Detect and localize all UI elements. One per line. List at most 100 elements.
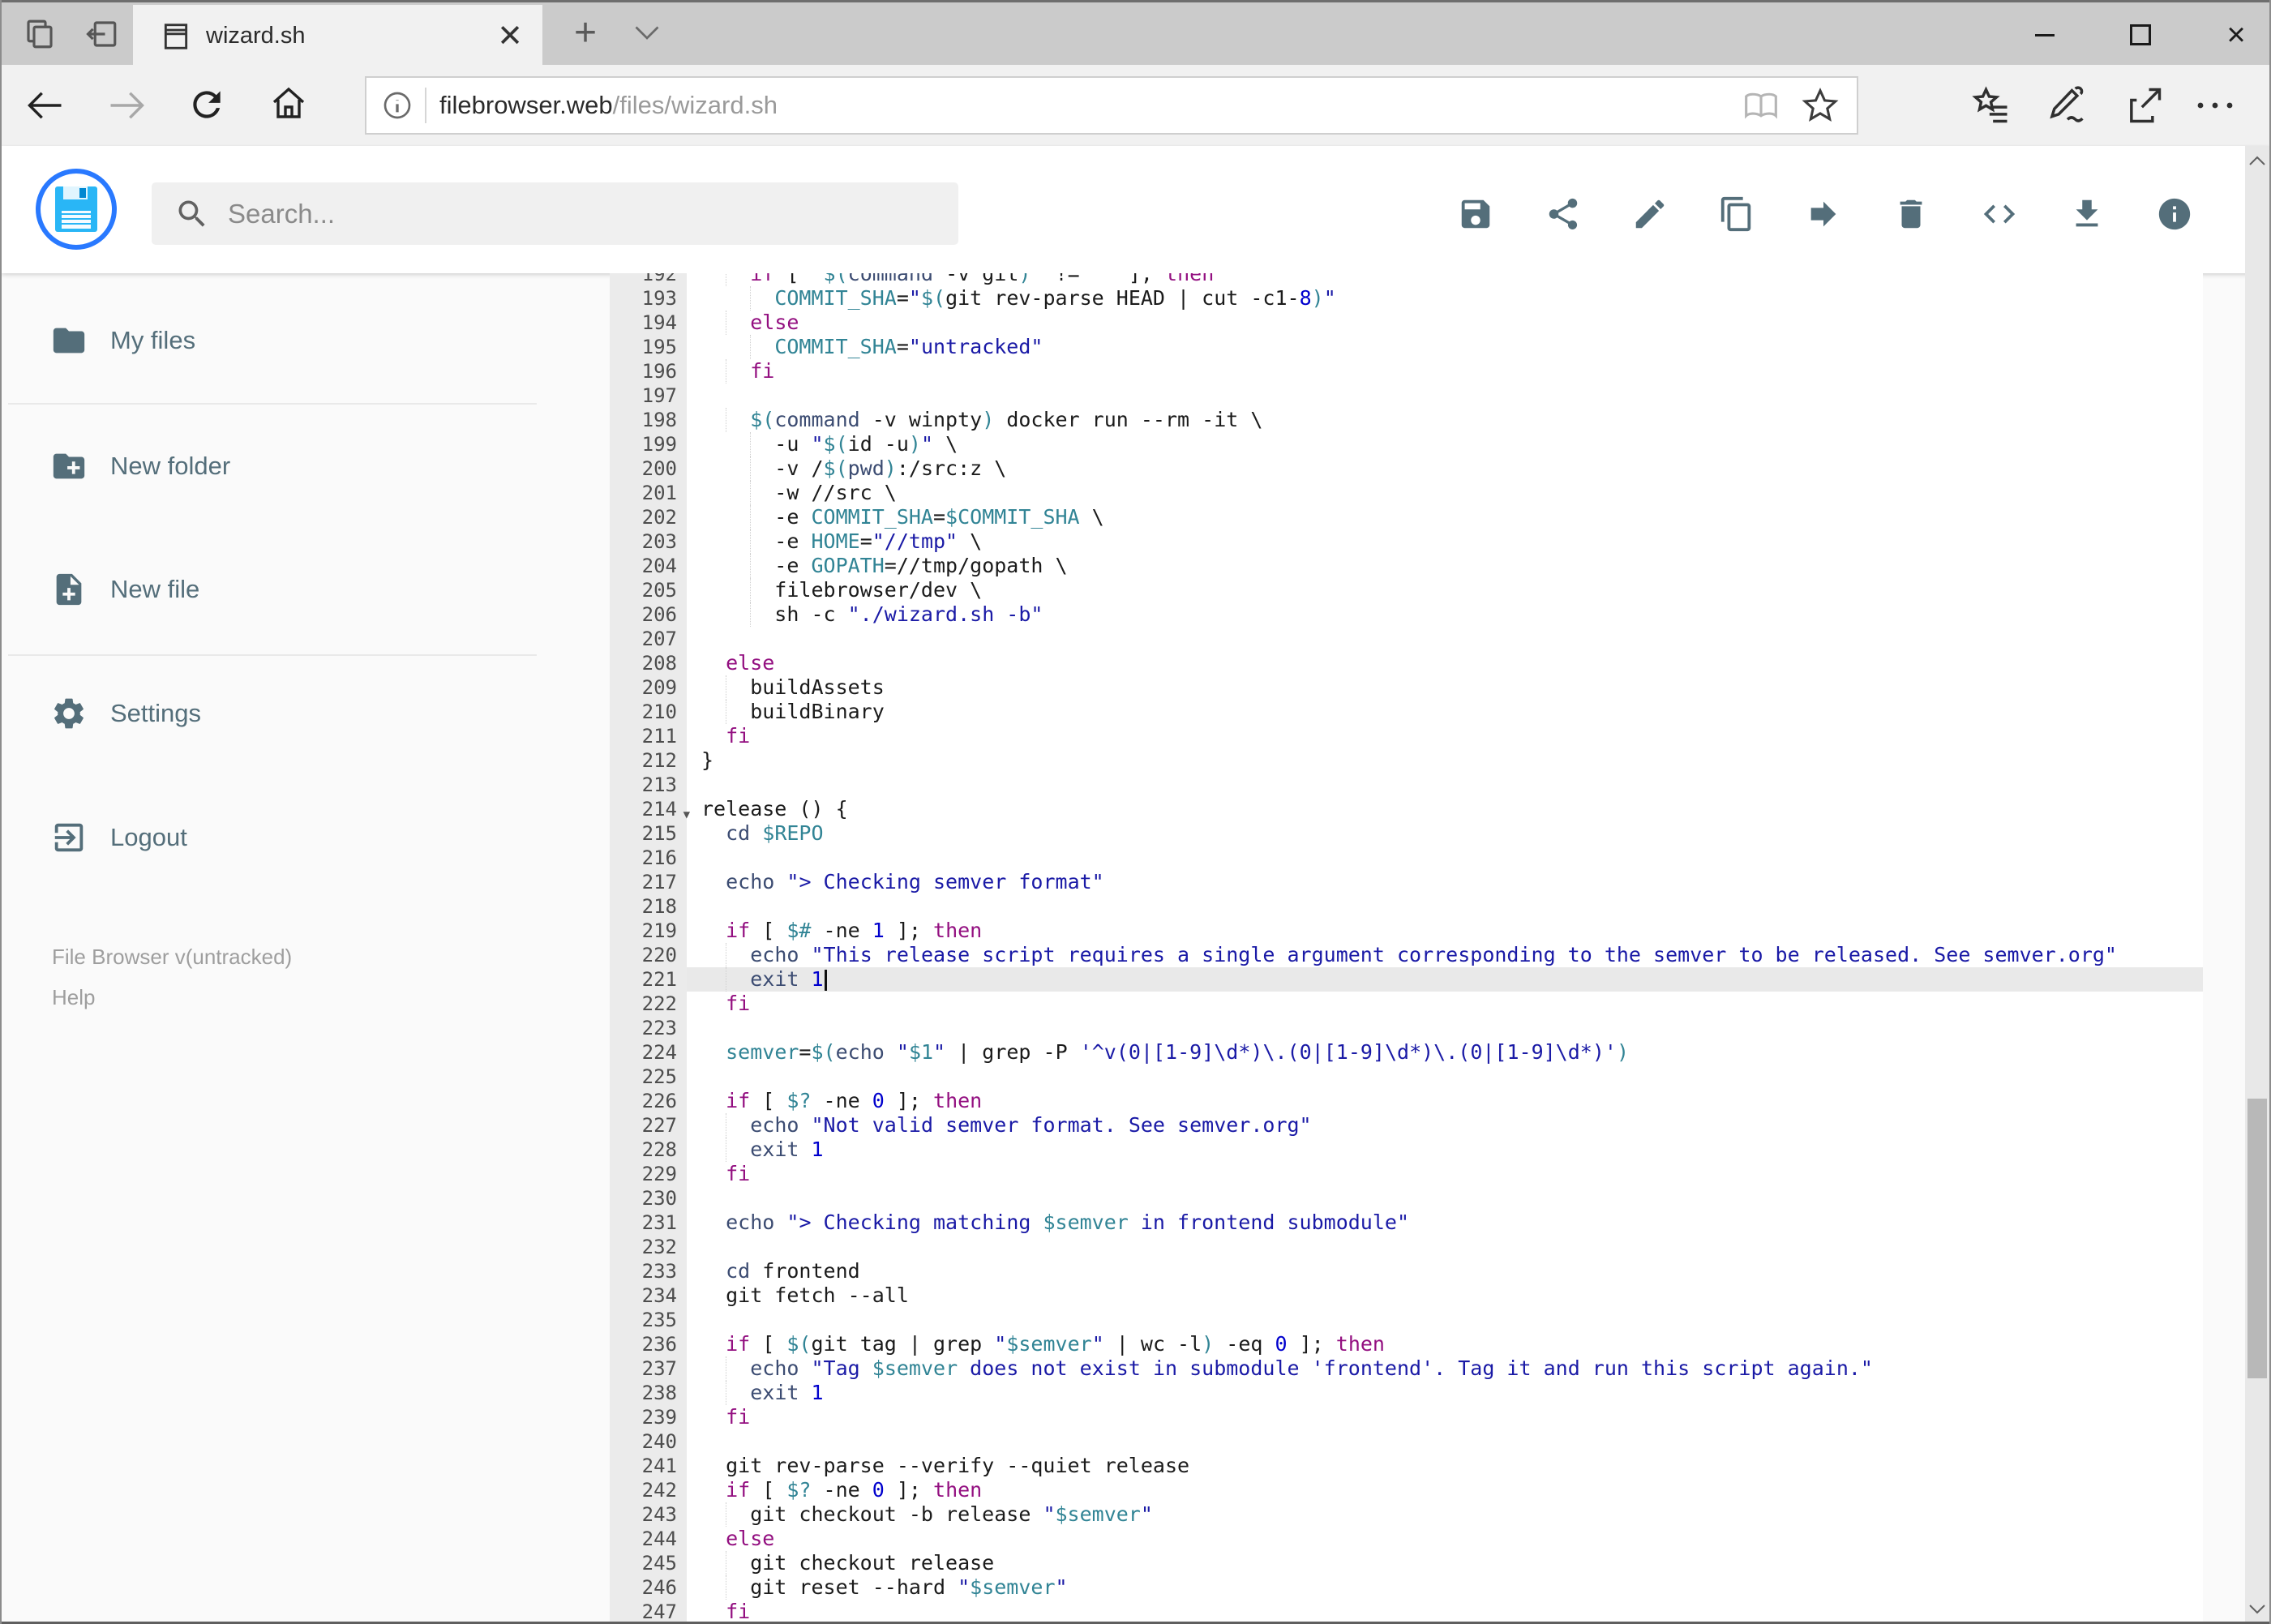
home-icon[interactable] bbox=[269, 84, 308, 123]
code-line[interactable]: 210 buildBinary bbox=[610, 700, 2203, 724]
tab-list-chevron-icon[interactable] bbox=[632, 24, 662, 43]
code-line[interactable]: 206 sh -c "./wizard.sh -b" bbox=[610, 602, 2203, 627]
forward-icon[interactable] bbox=[105, 84, 148, 126]
annotate-pen-icon[interactable] bbox=[2046, 84, 2089, 126]
tab-close-icon[interactable]: ✕ bbox=[497, 18, 523, 54]
code-line[interactable]: 230 bbox=[610, 1186, 2203, 1211]
code-line[interactable]: 245 git checkout release bbox=[610, 1551, 2203, 1575]
scroll-down-icon[interactable] bbox=[2247, 1601, 2267, 1618]
code-line[interactable]: 229 fi bbox=[610, 1162, 2203, 1186]
code-line[interactable]: 236 if [ $(git tag | grep "$semver" | wc… bbox=[610, 1332, 2203, 1356]
code-line[interactable]: 195 COMMIT_SHA="untracked" bbox=[610, 335, 2203, 359]
code-line[interactable]: 239 fi bbox=[610, 1405, 2203, 1429]
delete-button[interactable] bbox=[1892, 195, 1930, 233]
close-button[interactable]: × bbox=[2217, 16, 2255, 54]
code-line[interactable]: 223 bbox=[610, 1016, 2203, 1040]
code-line[interactable]: 211 fi bbox=[610, 724, 2203, 748]
code-line[interactable]: 213 bbox=[610, 773, 2203, 797]
scroll-up-icon[interactable] bbox=[2247, 152, 2267, 169]
code-line[interactable]: 243 git checkout -b release "$semver" bbox=[610, 1502, 2203, 1527]
search-input[interactable] bbox=[226, 197, 958, 230]
code-line[interactable]: 192 if [ "$(command -v git)" != "" ]; th… bbox=[610, 273, 2203, 286]
code-line[interactable]: 242 if [ $? -ne 0 ]; then bbox=[610, 1478, 2203, 1502]
url-text[interactable]: filebrowser.web/files/wizard.sh bbox=[439, 91, 1743, 120]
code-line[interactable]: 215 cd $REPO bbox=[610, 821, 2203, 846]
code-view-button[interactable] bbox=[1981, 195, 2018, 233]
refresh-icon[interactable] bbox=[186, 84, 227, 125]
code-line[interactable]: 209 buildAssets bbox=[610, 675, 2203, 700]
code-line[interactable]: 226 if [ $? -ne 0 ]; then bbox=[610, 1089, 2203, 1113]
code-line[interactable]: 205 filebrowser/dev \ bbox=[610, 578, 2203, 602]
sidebar-item-settings[interactable]: Settings bbox=[2, 681, 537, 746]
scrollbar-thumb[interactable] bbox=[2247, 1099, 2267, 1378]
more-ellipsis-icon[interactable] bbox=[2192, 91, 2238, 120]
new-tab-button[interactable]: + bbox=[574, 11, 597, 55]
code-line[interactable]: 220 echo "This release script requires a… bbox=[610, 943, 2203, 967]
page-scrollbar[interactable] bbox=[2245, 146, 2269, 1624]
favorite-star-icon[interactable] bbox=[1802, 87, 1839, 124]
hub-favorites-icon[interactable] bbox=[1970, 84, 2012, 126]
code-line[interactable]: 199 -u "$(id -u)" \ bbox=[610, 432, 2203, 456]
code-line[interactable]: 235 bbox=[610, 1308, 2203, 1332]
code-line[interactable]: 203 -e HOME="//tmp" \ bbox=[610, 529, 2203, 554]
set-tabs-aside-icon[interactable] bbox=[84, 17, 120, 51]
code-line[interactable]: 204 -e GOPATH=//tmp/gopath \ bbox=[610, 554, 2203, 578]
code-line[interactable]: 225 bbox=[610, 1065, 2203, 1089]
code-line[interactable]: 237 echo "Tag $semver does not exist in … bbox=[610, 1356, 2203, 1381]
code-line[interactable]: 218 bbox=[610, 894, 2203, 919]
code-line[interactable]: 214 ▼ release () { bbox=[610, 797, 2203, 821]
code-line[interactable]: 244 else bbox=[610, 1527, 2203, 1551]
app-logo[interactable] bbox=[36, 169, 117, 250]
code-line[interactable]: 202 -e COMMIT_SHA=$COMMIT_SHA \ bbox=[610, 505, 2203, 529]
address-bar[interactable]: filebrowser.web/files/wizard.sh bbox=[365, 76, 1858, 135]
code-line[interactable]: 246 git reset --hard "$semver" bbox=[610, 1575, 2203, 1600]
code-line[interactable]: 216 bbox=[610, 846, 2203, 870]
code-line[interactable]: 231 echo "> Checking matching $semver in… bbox=[610, 1211, 2203, 1235]
code-line[interactable]: 241 git rev-parse --verify --quiet relea… bbox=[610, 1454, 2203, 1478]
help-link[interactable]: Help bbox=[52, 977, 95, 1018]
tab-preview-icon[interactable] bbox=[23, 17, 57, 51]
share-button[interactable] bbox=[1545, 195, 1582, 233]
site-info-icon[interactable] bbox=[381, 89, 413, 122]
code-line[interactable]: 201 -w //src \ bbox=[610, 481, 2203, 505]
code-line[interactable]: 207 bbox=[610, 627, 2203, 651]
code-line[interactable]: 221 exit 1 bbox=[610, 967, 2203, 992]
share-page-icon[interactable] bbox=[2123, 84, 2165, 126]
move-button[interactable] bbox=[1805, 195, 1842, 233]
code-line[interactable]: 212} bbox=[610, 748, 2203, 773]
code-line[interactable]: 219 if [ $# -ne 1 ]; then bbox=[610, 919, 2203, 943]
code-line[interactable]: 247 fi bbox=[610, 1600, 2203, 1624]
code-line[interactable]: 200 -v /$(pwd):/src:z \ bbox=[610, 456, 2203, 481]
code-line[interactable]: 198 $(command -v winpty) docker run --rm… bbox=[610, 408, 2203, 432]
minimize-button[interactable] bbox=[2026, 16, 2063, 54]
code-line[interactable]: 196 fi bbox=[610, 359, 2203, 384]
code-line[interactable]: 234 git fetch --all bbox=[610, 1283, 2203, 1308]
reading-view-icon[interactable] bbox=[1743, 88, 1779, 123]
browser-tab[interactable]: wizard.sh ✕ bbox=[133, 5, 542, 67]
back-icon[interactable] bbox=[24, 84, 66, 126]
edit-button[interactable] bbox=[1631, 195, 1669, 233]
code-line[interactable]: 197 bbox=[610, 384, 2203, 408]
sidebar-item-new-folder[interactable]: New folder bbox=[2, 434, 537, 499]
code-line[interactable]: 217 echo "> Checking semver format" bbox=[610, 870, 2203, 894]
copy-button[interactable] bbox=[1718, 195, 1755, 233]
maximize-button[interactable] bbox=[2122, 16, 2159, 54]
code-line[interactable]: 232 bbox=[610, 1235, 2203, 1259]
code-line[interactable]: 240 bbox=[610, 1429, 2203, 1454]
save-button[interactable] bbox=[1457, 195, 1494, 233]
info-button[interactable] bbox=[2156, 195, 2193, 233]
code-line[interactable]: 227 echo "Not valid semver format. See s… bbox=[610, 1113, 2203, 1138]
sidebar-item-my-files[interactable]: My files bbox=[2, 308, 537, 373]
code-line[interactable]: 224 semver=$(echo "$1" | grep -P '^v(0|[… bbox=[610, 1040, 2203, 1065]
code-line[interactable]: 208 else bbox=[610, 651, 2203, 675]
search-bar[interactable] bbox=[152, 182, 958, 245]
code-line[interactable]: 233 cd frontend bbox=[610, 1259, 2203, 1283]
code-line[interactable]: 194 else bbox=[610, 311, 2203, 335]
code-line[interactable]: 193 COMMIT_SHA="$(git rev-parse HEAD | c… bbox=[610, 286, 2203, 311]
download-button[interactable] bbox=[2068, 195, 2106, 233]
code-line[interactable]: 238 exit 1 bbox=[610, 1381, 2203, 1405]
sidebar-item-logout[interactable]: Logout bbox=[2, 805, 537, 870]
code-line[interactable]: 228 exit 1 bbox=[610, 1138, 2203, 1162]
code-line[interactable]: 222 fi bbox=[610, 992, 2203, 1016]
code-editor[interactable]: 192 if [ "$(command -v git)" != "" ]; th… bbox=[610, 273, 2203, 1624]
